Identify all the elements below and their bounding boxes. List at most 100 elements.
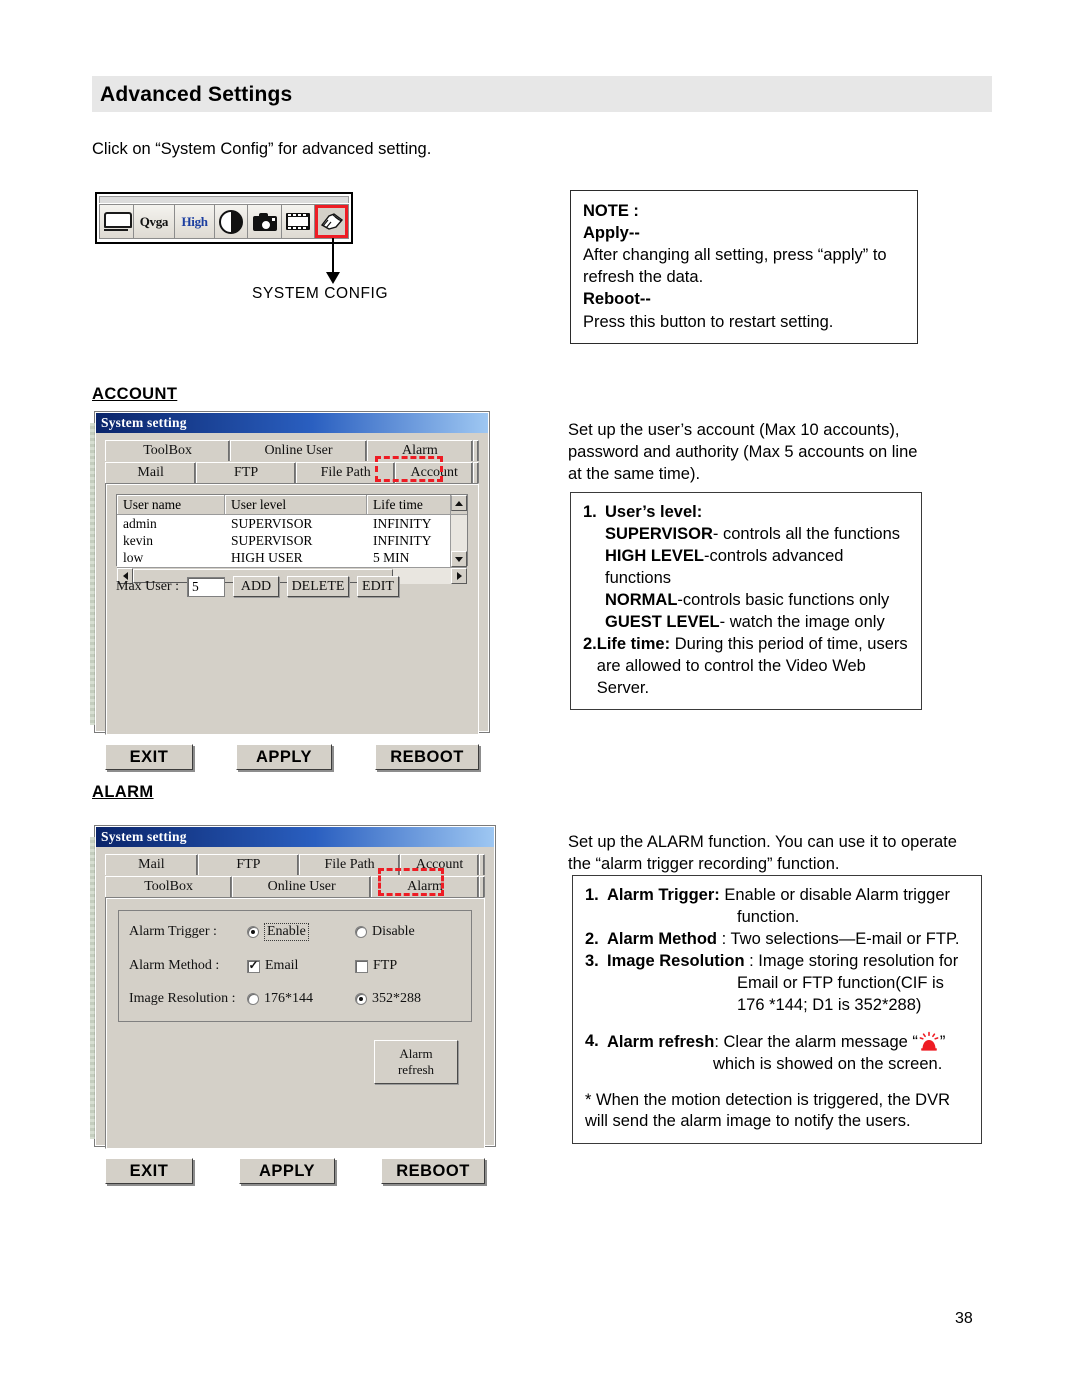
cell-user-level: HIGH USER xyxy=(231,549,303,565)
image-resolution-176-radio[interactable]: 176*144 xyxy=(247,991,355,1007)
level-guest-text: - watch the image only xyxy=(719,612,885,631)
monitor-icon xyxy=(104,211,133,232)
column-user-level[interactable]: User level xyxy=(225,495,367,514)
page-number: 38 xyxy=(955,1310,973,1327)
note-reboot-label: Reboot-- xyxy=(583,290,651,309)
alarm-footnote: * When the motion detection is triggered… xyxy=(585,1090,951,1131)
alarm-description: Set up the ALARM function. You can use i… xyxy=(568,833,957,873)
alarm-trigger-label: Alarm Trigger : xyxy=(129,924,217,939)
contrast-icon-button[interactable] xyxy=(214,205,249,238)
tab-account[interactable]: Account xyxy=(395,462,474,483)
table-row[interactable]: admin SUPERVISOR INFINITY xyxy=(117,515,450,532)
image-resolution-row: Image Resolution : 176*144 352*288 xyxy=(129,991,461,1007)
tab-filler xyxy=(473,462,480,483)
alarm-trigger-row: Alarm Trigger : Enable Disable xyxy=(129,923,461,941)
tab-toolbox[interactable]: ToolBox xyxy=(105,876,233,897)
cell-user-level: SUPERVISOR xyxy=(231,515,313,531)
alarm-method-email-checkbox[interactable]: ✓ Email xyxy=(247,958,355,974)
note-heading: NOTE : xyxy=(583,202,639,220)
record-icon-button[interactable] xyxy=(281,205,316,238)
reboot-button[interactable]: REBOOT xyxy=(375,744,479,770)
note-box: NOTE : Apply-- After changing all settin… xyxy=(570,190,918,344)
tab-account[interactable]: Account xyxy=(400,854,479,875)
alarm-method-label: Alarm Method : xyxy=(129,958,220,973)
alarm-item-4-number: 4. xyxy=(585,1031,599,1050)
tab-online-user[interactable]: Online User xyxy=(230,440,367,461)
image-resolution-352-radio[interactable]: 352*288 xyxy=(355,991,421,1007)
checkbox-icon: ✓ xyxy=(247,958,260,973)
add-button[interactable]: ADD xyxy=(233,576,279,597)
tab-ftp[interactable]: FTP xyxy=(196,462,296,483)
cell-user-name: admin xyxy=(123,515,157,531)
monitor-icon-button[interactable] xyxy=(100,205,134,238)
account-dialog-titlebar: System setting xyxy=(96,413,488,433)
section-heading-alarm: ALARM xyxy=(92,783,154,801)
callout-arrow-head xyxy=(326,272,340,284)
alarm-dialog-titlebar: System setting xyxy=(96,827,494,847)
list-vertical-scrollbar[interactable] xyxy=(450,515,467,567)
list-scroll-up-button[interactable] xyxy=(451,495,467,511)
note-apply-label: Apply-- xyxy=(583,224,640,243)
apply-button[interactable]: APPLY xyxy=(239,1158,335,1184)
user-list-rows: admin SUPERVISOR INFINITY kevin SUPERVIS… xyxy=(117,515,450,567)
alarm-item-4-text-a: : Clear the alarm message “ xyxy=(714,1032,918,1051)
column-life-time[interactable]: Life time xyxy=(367,495,451,514)
film-icon xyxy=(286,213,311,230)
alarm-refresh-button[interactable]: Alarm refresh xyxy=(374,1040,458,1084)
alarm-settings-group: Alarm Trigger : Enable Disable Alarm Met… xyxy=(118,910,472,1022)
exit-button[interactable]: EXIT xyxy=(105,744,193,770)
alarm-item-1-text-cont: function. xyxy=(737,907,800,926)
hscroll-track[interactable] xyxy=(393,568,451,584)
tab-ftp[interactable]: FTP xyxy=(197,854,299,875)
alarm-item-4-label: Alarm refresh xyxy=(607,1032,715,1051)
cell-life-time: INFINITY xyxy=(373,515,432,531)
list-scroll-down-button[interactable] xyxy=(451,551,467,567)
alarm-trigger-disable-radio[interactable]: Disable xyxy=(355,924,415,940)
edit-button[interactable]: EDIT xyxy=(357,576,399,597)
apply-button[interactable]: APPLY xyxy=(236,744,332,770)
high-label: High xyxy=(181,213,208,229)
tab-online-user[interactable]: Online User xyxy=(232,876,372,897)
toolbar-figure: Qvga High xyxy=(95,192,353,244)
alarm-dialog-title: System setting xyxy=(101,829,187,844)
alarm-item-4-text-cont: which is showed on the screen. xyxy=(713,1054,943,1073)
alarm-method-ftp-checkbox[interactable]: FTP xyxy=(355,958,397,974)
alarm-item-1-label: Alarm Trigger: xyxy=(607,886,720,904)
high-button[interactable]: High xyxy=(175,205,215,238)
image-resolution-176-label: 176*144 xyxy=(264,991,313,1006)
toolbar-rail xyxy=(99,196,349,203)
tab-mail[interactable]: Mail xyxy=(105,854,198,875)
alarm-tabs-row-top: Mail FTP File Path Account xyxy=(105,854,485,875)
tab-alarm[interactable]: Alarm xyxy=(371,876,479,897)
tab-toolbox[interactable]: ToolBox xyxy=(105,440,231,461)
system-config-icon-button[interactable] xyxy=(315,205,348,238)
alarm-item-2-number: 2. xyxy=(585,929,599,948)
tab-file-path[interactable]: File Path xyxy=(295,462,396,483)
tab-filler xyxy=(472,440,479,461)
user-list[interactable]: User name User level Life time admin SUP… xyxy=(116,494,468,584)
table-row[interactable]: low HIGH USER 5 MIN xyxy=(117,549,450,566)
alarm-item-3-number: 3. xyxy=(585,951,599,970)
radio-icon xyxy=(247,926,259,938)
reboot-button[interactable]: REBOOT xyxy=(381,1158,485,1184)
table-row[interactable]: kevin SUPERVISOR INFINITY xyxy=(117,532,450,549)
tab-alarm[interactable]: Alarm xyxy=(366,440,473,461)
exit-button[interactable]: EXIT xyxy=(105,1158,193,1184)
window-edge-artifact xyxy=(90,837,95,1139)
tab-file-path[interactable]: File Path xyxy=(298,854,401,875)
delete-button[interactable]: DELETE xyxy=(287,576,349,597)
toolbar-buttons: Qvga High xyxy=(99,204,349,239)
account-item-2-label: Life time: xyxy=(596,634,671,653)
radio-icon xyxy=(355,993,367,1005)
account-tab-panel: User name User level Life time admin SUP… xyxy=(105,483,479,735)
list-scroll-right-button[interactable] xyxy=(451,568,467,584)
qvga-button[interactable]: Qvga xyxy=(133,205,176,238)
account-dialog-window: System setting ToolBox Online User Alarm… xyxy=(90,412,489,770)
column-user-name[interactable]: User name xyxy=(117,495,225,514)
alarm-tabs-row-bottom: ToolBox Online User Alarm xyxy=(105,876,485,897)
max-user-input[interactable]: 5 xyxy=(187,576,225,597)
note-reboot-text: Press this button to restart setting. xyxy=(583,312,834,331)
alarm-trigger-enable-radio[interactable]: Enable xyxy=(247,923,355,941)
snapshot-icon-button[interactable] xyxy=(248,205,282,238)
tab-mail[interactable]: Mail xyxy=(105,462,197,483)
